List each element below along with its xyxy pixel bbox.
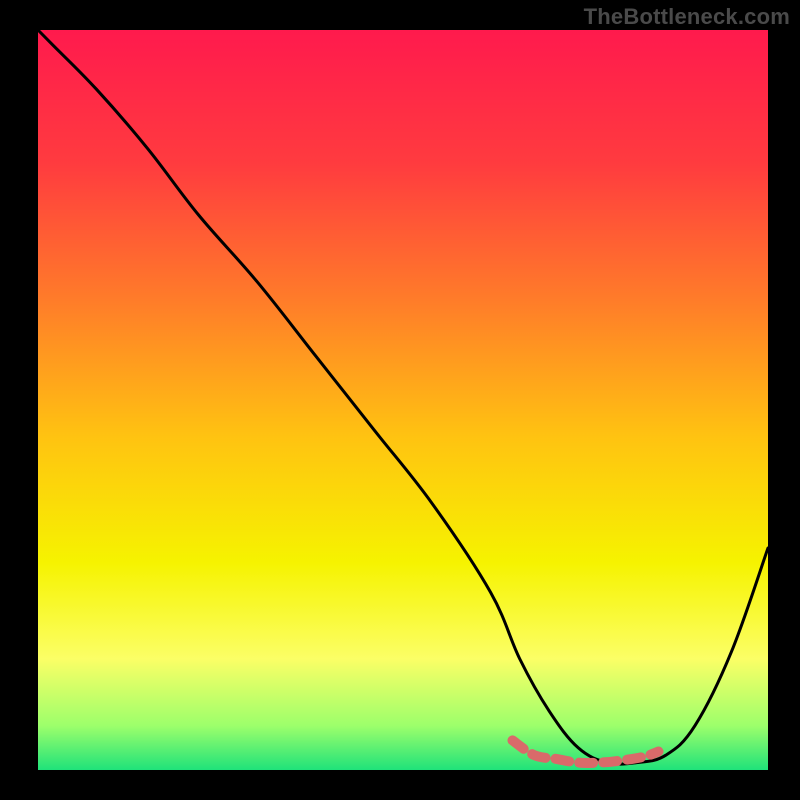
plot-background [38, 30, 768, 770]
chart-frame: TheBottleneck.com [0, 0, 800, 800]
chart-svg [0, 0, 800, 800]
